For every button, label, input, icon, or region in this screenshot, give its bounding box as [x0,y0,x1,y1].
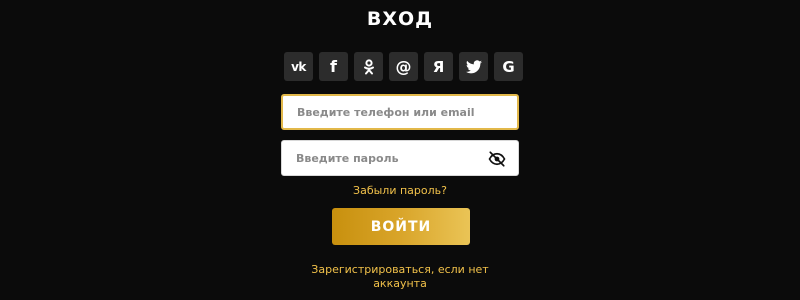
login-button[interactable]: ВОЙТИ [332,208,470,245]
mail-login-button[interactable]: @ [389,52,418,81]
facebook-icon: f [330,57,337,76]
password-field [281,140,519,176]
yandex-login-button[interactable]: Я [424,52,453,81]
odnoklassniki-login-button[interactable] [354,52,383,81]
password-input[interactable] [296,141,486,175]
vk-login-button[interactable]: vk [284,52,313,81]
register-link[interactable]: Зарегистрироваться, если нет аккаунта [300,263,500,291]
login-page: ВХОД vk f @ Я G Введите телефон или emai… [0,0,800,300]
forgot-password-link[interactable]: Забыли пароль? [0,184,800,197]
eye-off-icon[interactable] [488,150,506,168]
facebook-login-button[interactable]: f [319,52,348,81]
twitter-icon [465,59,482,73]
google-login-button[interactable]: G [494,52,523,81]
google-icon: G [502,57,515,76]
odnoklassniki-icon [363,58,374,74]
twitter-login-button[interactable] [459,52,488,81]
vk-icon: vk [291,59,306,74]
social-login-row: vk f @ Я G [284,52,523,81]
login-field [281,94,519,130]
yandex-icon: Я [432,57,445,76]
page-title: ВХОД [366,8,434,30]
phone-email-input[interactable] [297,96,487,128]
mail-icon: @ [395,57,412,76]
